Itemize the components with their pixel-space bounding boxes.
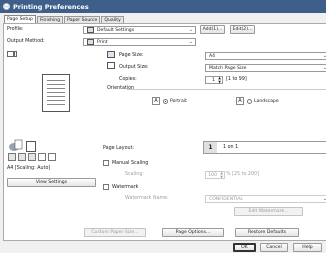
chevron-down-icon: ⌄ <box>188 39 193 45</box>
scaling-value: 100 <box>208 172 217 178</box>
landscape-icon: A <box>236 97 244 105</box>
page-thumbnail <box>42 74 70 112</box>
document-icon <box>26 141 36 152</box>
orientation-divider <box>127 89 326 90</box>
window-title: Printing Preferences <box>13 2 89 11</box>
copies-label: Copies: <box>119 77 137 82</box>
output-size-icon <box>107 62 115 69</box>
print-icon <box>87 39 94 45</box>
page-preview <box>7 60 98 130</box>
finishing-icons <box>8 153 100 163</box>
page-layout-value: 1 on 1 <box>223 145 239 150</box>
copies-range: [1 to 99] <box>226 77 247 82</box>
output-method-label: Output Method: <box>7 39 45 44</box>
help-button[interactable]: Help <box>293 243 322 252</box>
ok-button[interactable]: OK <box>233 243 256 252</box>
page-size-select[interactable]: A4 ⌄ <box>205 52 326 60</box>
scaling-spinner[interactable]: 100 ▲ ▼ <box>205 171 225 179</box>
page-layout-select[interactable]: 1 1 on 1 <box>203 141 326 154</box>
scaling-label: Scaling: <box>125 172 144 177</box>
output-method-select[interactable]: Print ⌄ <box>83 38 196 46</box>
portrait-label: Portrait <box>170 98 187 104</box>
watermark-name-select[interactable]: CONFIDENTIAL ⌄ <box>205 195 326 203</box>
output-size-label: Output Size: <box>119 65 149 70</box>
page-layout-number: 1 <box>204 142 217 153</box>
layout-icon-2 <box>48 153 56 161</box>
profile-value: Default Settings <box>97 27 135 33</box>
output-tray-icon <box>8 139 23 152</box>
add-profile-button[interactable]: Add(1)... <box>200 25 225 34</box>
page-size-icon <box>107 51 115 58</box>
chevron-down-icon: ⌄ <box>188 27 193 33</box>
output-size-select[interactable]: Match Page Size ⌄ <box>205 64 326 72</box>
preview-toggle-icon-2[interactable] <box>14 51 17 57</box>
spinner-arrows-icon[interactable]: ▲ ▼ <box>220 171 223 179</box>
landscape-radio[interactable] <box>247 98 252 104</box>
manual-scaling-label: Manual Scaling <box>112 161 149 166</box>
copies-spinner[interactable]: 1 ▲ ▼ <box>205 76 223 84</box>
view-settings-button[interactable]: View Settings <box>7 178 96 187</box>
watermark-label: Watermark <box>112 185 139 190</box>
watermark-checkbox[interactable] <box>103 184 109 190</box>
output-size-value: Match Page Size <box>209 65 247 71</box>
cancel-button[interactable]: Cancel <box>260 243 288 252</box>
landscape-option[interactable]: A Landscape <box>236 97 279 105</box>
page-setup-panel: Profile: Default Settings ⌄ Add(1)... Ed… <box>3 23 326 241</box>
edit-profile-button[interactable]: Edit(2)... <box>230 25 255 34</box>
profile-settings-icon <box>87 27 94 33</box>
custom-paper-size-button[interactable]: Custom Paper Size... <box>84 228 146 237</box>
scaling-range: % [25 to 200] <box>226 172 259 177</box>
copies-value: 1 <box>212 77 215 83</box>
watermark-name-value: CONFIDENTIAL <box>209 196 243 202</box>
page-size-label: Page Size: <box>119 53 144 58</box>
landscape-label: Landscape <box>254 98 279 104</box>
watermark-name-label: Watermark Name: <box>125 196 169 201</box>
manual-scaling-checkbox[interactable] <box>103 160 109 166</box>
preview-toggle-icon[interactable] <box>7 51 14 57</box>
title-bar: Printing Preferences <box>0 0 326 13</box>
profile-label: Profile: <box>7 27 24 32</box>
restore-defaults-button[interactable]: Restore Defaults <box>235 228 299 237</box>
page-layout-label: Page Layout: <box>103 146 135 151</box>
page-options-button[interactable]: Page Options... <box>162 228 224 237</box>
portrait-option[interactable]: A Portrait <box>152 97 187 105</box>
output-method-value: Print <box>97 39 108 45</box>
printer-icon <box>3 3 10 10</box>
profile-select[interactable]: Default Settings ⌄ <box>83 26 196 34</box>
portrait-radio[interactable] <box>163 98 168 104</box>
booklet-icon <box>28 153 36 161</box>
staple-icon <box>8 153 16 161</box>
preview-caption: A4 [Scaling: Auto] <box>7 166 51 171</box>
duplex-icon <box>18 153 26 161</box>
spinner-arrows-icon[interactable]: ▲ ▼ <box>218 76 221 84</box>
page-size-value: A4 <box>209 53 216 59</box>
portrait-icon: A <box>152 97 160 105</box>
layout-icon-1 <box>38 153 46 161</box>
edit-watermark-button[interactable]: Edit Watermark... <box>234 207 303 216</box>
